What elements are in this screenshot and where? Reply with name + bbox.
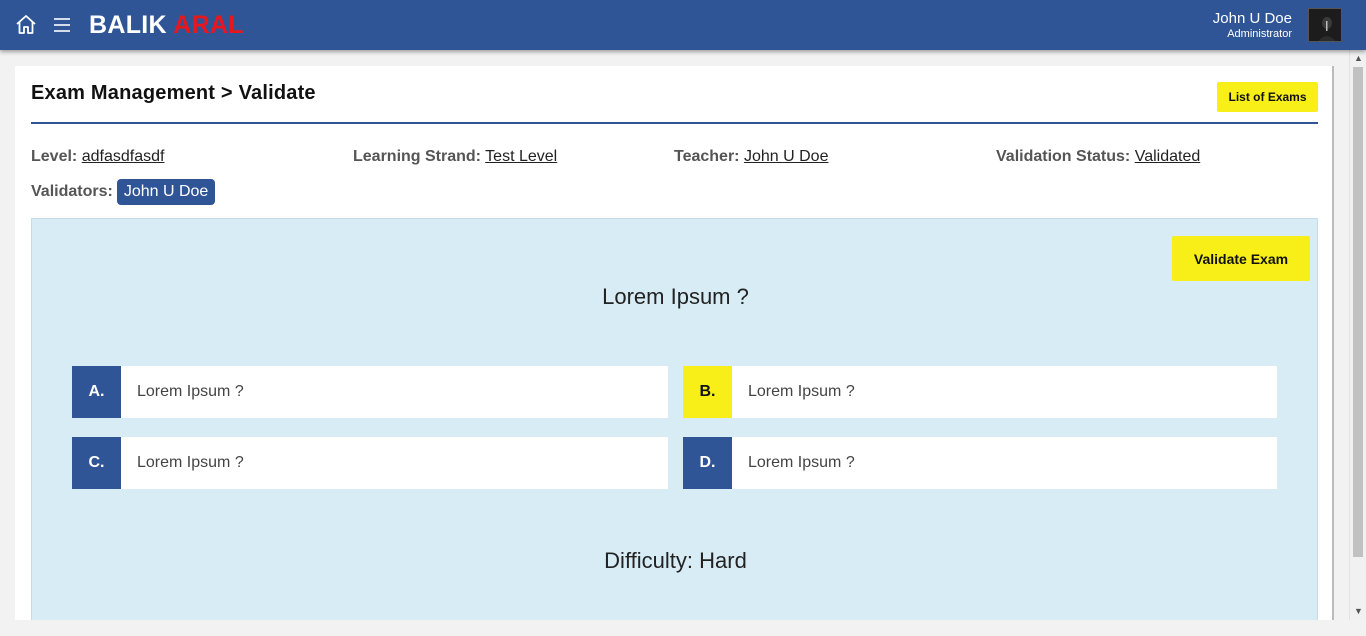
validation-status-link[interactable]: Validated [1135,148,1201,165]
option-text: Lorem Ipsum ? [748,383,855,400]
level-label: Level: [31,148,78,165]
teacher-label: Teacher: [674,148,740,165]
user-name: John U Doe [1212,10,1292,27]
validate-exam-button[interactable]: Validate Exam [1172,236,1310,281]
page-title: Exam Management > Validate [31,82,316,104]
difficulty-text: Difficulty: Hard [604,548,747,573]
teacher-link[interactable]: John U Doe [744,148,829,165]
level-info: Level: adfasdfasdf [31,148,164,166]
top-navbar: BALIK ARAL John U Doe Administrator [0,0,1366,50]
brand-logo[interactable]: BALIK ARAL [89,10,244,40]
hamburger-menu-icon[interactable] [52,14,72,36]
validator-chip[interactable]: John U Doe [116,179,216,205]
validators-row: Validators: John U Doe [31,179,216,205]
user-info[interactable]: John U Doe Administrator [1213,10,1292,41]
strand-link[interactable]: Test Level [485,148,557,165]
list-of-exams-button[interactable]: List of Exams [1217,82,1318,112]
option-a[interactable]: A. Lorem Ipsum ? [72,366,668,418]
validators-label: Validators: [31,183,113,200]
brand-text-primary: BALIK [89,11,167,39]
scroll-up-icon[interactable]: ▲ [1350,50,1366,67]
option-text: Lorem Ipsum ? [137,383,244,400]
option-c[interactable]: C. Lorem Ipsum ? [72,437,668,489]
bottom-strip [0,620,1349,636]
validation-status-label: Validation Status: [996,148,1131,165]
avatar[interactable] [1308,8,1342,42]
user-role: Administrator [1227,28,1292,40]
question-text: Lorem Ipsum ? [602,284,749,309]
home-icon[interactable] [14,13,38,37]
option-letter: A. [72,366,121,418]
option-letter: B. [683,366,732,418]
strand-label: Learning Strand: [353,148,482,165]
option-letter: C. [72,437,121,489]
scrollbar-thumb[interactable] [1353,67,1363,557]
option-b[interactable]: B. Lorem Ipsum ? [683,366,1277,418]
vertical-scrollbar[interactable]: ▲ ▼ [1349,50,1366,620]
question-panel: Validate Exam Lorem Ipsum ? A. Lorem Ips… [31,218,1318,636]
level-link[interactable]: adfasdfasdf [82,148,165,165]
option-text: Lorem Ipsum ? [137,454,244,471]
option-text: Lorem Ipsum ? [748,454,855,471]
brand-text-accent: ARAL [173,11,244,39]
content-card: Exam Management > Validate List of Exams… [15,66,1334,636]
strand-info: Learning Strand: Test Level [353,148,557,166]
title-divider [31,122,1318,124]
teacher-info: Teacher: John U Doe [674,148,828,166]
validation-status-info: Validation Status: Validated [996,148,1200,166]
scroll-down-icon[interactable]: ▼ [1350,603,1366,620]
option-letter: D. [683,437,732,489]
option-d[interactable]: D. Lorem Ipsum ? [683,437,1277,489]
